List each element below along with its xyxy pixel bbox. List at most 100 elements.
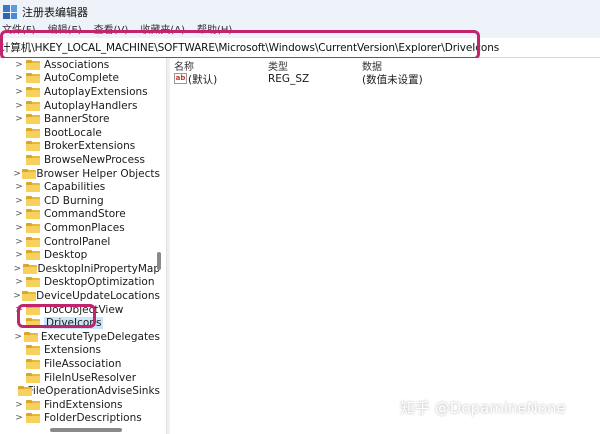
tree-item[interactable]: BootLocale bbox=[0, 126, 160, 140]
chevron-right-icon[interactable]: > bbox=[12, 291, 22, 301]
folder-icon bbox=[26, 372, 40, 383]
tree-item[interactable]: > FindExtensions bbox=[0, 398, 160, 412]
chevron-right-icon[interactable]: > bbox=[12, 413, 26, 423]
chevron-right-icon[interactable]: > bbox=[12, 169, 22, 179]
tree-item-label: Capabilities bbox=[44, 181, 106, 194]
tree-item-label: DeviceUpdateLocations bbox=[36, 289, 160, 302]
chevron-right-icon[interactable]: > bbox=[12, 114, 26, 124]
tree-item[interactable]: > AutoComplete bbox=[0, 72, 160, 86]
chevron-right-icon[interactable]: > bbox=[12, 101, 26, 111]
registry-editor-icon bbox=[3, 5, 17, 19]
address-bar[interactable]: 计算机\HKEY_LOCAL_MACHINE\SOFTWARE\Microsof… bbox=[0, 38, 600, 58]
registry-tree: > Associations > AutoComplete > AutoplayExten… bbox=[0, 58, 166, 434]
tree-item-label: BootLocale bbox=[44, 126, 102, 139]
folder-icon bbox=[26, 345, 40, 356]
chevron-right-icon[interactable]: > bbox=[12, 87, 26, 97]
values-pane: 名称 类型 数据 ab (默认) REG_SZ (数值未设置) bbox=[170, 58, 600, 434]
tree-item[interactable]: > CommandStore bbox=[0, 208, 160, 222]
tree-item-label: CommonPlaces bbox=[44, 221, 125, 234]
folder-icon bbox=[22, 290, 37, 301]
folder-icon bbox=[26, 182, 40, 193]
chevron-right-icon[interactable]: > bbox=[12, 182, 26, 192]
folder-icon bbox=[26, 114, 40, 125]
folder-icon bbox=[26, 73, 40, 84]
tree-item-label: FileAssociation bbox=[44, 357, 122, 370]
column-header-data[interactable]: 数据 bbox=[362, 58, 382, 73]
chevron-right-icon[interactable]: > bbox=[12, 332, 24, 342]
folder-icon bbox=[26, 59, 40, 70]
tree-item-label: FolderDescriptions bbox=[44, 412, 142, 425]
column-header-name[interactable]: 名称 bbox=[174, 58, 194, 73]
tree-item[interactable]: Extensions bbox=[0, 344, 160, 358]
tree-item[interactable]: FileOperationAdviseSinks bbox=[0, 384, 160, 398]
tree-item[interactable]: DriveIcons bbox=[0, 316, 160, 330]
folder-icon bbox=[26, 100, 40, 111]
address-path[interactable]: 计算机\HKEY_LOCAL_MACHINE\SOFTWARE\Microsof… bbox=[0, 40, 499, 55]
menu-file[interactable]: 文件(F) bbox=[2, 24, 36, 38]
value-type: REG_SZ bbox=[268, 73, 310, 85]
watermark: 知乎 @DopamineNone bbox=[400, 399, 566, 417]
title-bar: 注册表编辑器 bbox=[0, 0, 600, 24]
folder-icon bbox=[26, 86, 40, 97]
folder-icon bbox=[26, 154, 40, 165]
chevron-right-icon[interactable]: > bbox=[12, 237, 26, 247]
value-row[interactable]: ab (默认) REG_SZ (数值未设置) bbox=[170, 72, 590, 86]
chevron-right-icon[interactable]: > bbox=[12, 223, 26, 233]
tree-horizontal-scroll-thumb[interactable] bbox=[50, 428, 122, 432]
tree-item-label: Desktop bbox=[44, 249, 88, 262]
tree-item[interactable]: > Browser Helper Objects bbox=[0, 167, 160, 181]
tree-item[interactable]: BrokerExtensions bbox=[0, 140, 160, 154]
tree-item[interactable]: FileAssociation bbox=[0, 357, 160, 371]
tree-item[interactable]: > DeviceUpdateLocations bbox=[0, 289, 160, 303]
tree-item[interactable]: > DocObjectView bbox=[0, 303, 160, 317]
chevron-right-icon[interactable]: > bbox=[12, 277, 26, 287]
value-data: (数值未设置) bbox=[362, 73, 423, 86]
column-header-type[interactable]: 类型 bbox=[268, 58, 288, 73]
chevron-right-icon[interactable]: > bbox=[12, 209, 26, 219]
menu-edit[interactable]: 编辑(E) bbox=[48, 24, 82, 38]
tree-item[interactable]: > BannerStore bbox=[0, 112, 160, 126]
tree-item-label: ControlPanel bbox=[44, 235, 111, 248]
tree-item[interactable]: > ExecuteTypeDelegates bbox=[0, 330, 160, 344]
folder-icon bbox=[26, 209, 40, 220]
tree-item[interactable]: > DesktopIniPropertyMap bbox=[0, 262, 160, 276]
tree-item[interactable]: > DesktopOptimization bbox=[0, 276, 160, 290]
folder-icon bbox=[26, 250, 40, 261]
tree-item[interactable]: > AutoplayHandlers bbox=[0, 99, 160, 113]
folder-icon bbox=[26, 222, 40, 233]
folder-icon bbox=[26, 277, 40, 288]
folder-icon bbox=[26, 141, 40, 152]
menu-bar: 文件(F) 编辑(E) 查看(V) 收藏夹(A) 帮助(H) bbox=[0, 24, 600, 38]
tree-item[interactable]: > CommonPlaces bbox=[0, 221, 160, 235]
chevron-right-icon[interactable]: > bbox=[12, 60, 26, 70]
tree-item-label: FindExtensions bbox=[44, 398, 123, 411]
tree-item[interactable]: > Associations bbox=[0, 58, 160, 72]
chevron-right-icon[interactable]: > bbox=[12, 264, 23, 274]
tree-item[interactable]: > CD Burning bbox=[0, 194, 160, 208]
tree-item[interactable]: > Desktop bbox=[0, 248, 160, 262]
tree-item[interactable]: > AutoplayExtensions bbox=[0, 85, 160, 99]
menu-view[interactable]: 查看(V) bbox=[94, 24, 129, 38]
tree-item[interactable]: FileInUseResolver bbox=[0, 371, 160, 385]
tree-vertical-scrollbar[interactable] bbox=[156, 58, 162, 424]
chevron-right-icon[interactable]: > bbox=[12, 305, 26, 315]
tree-item-label: DesktopIniPropertyMap bbox=[37, 262, 160, 275]
tree-item[interactable]: > FolderDescriptions bbox=[0, 412, 160, 426]
tree-item[interactable]: BrowseNewProcess bbox=[0, 153, 160, 167]
folder-icon bbox=[22, 263, 37, 274]
tree-item-label: FileInUseResolver bbox=[44, 371, 137, 384]
chevron-right-icon[interactable]: > bbox=[12, 250, 26, 260]
tree-item-label: AutoplayHandlers bbox=[44, 99, 138, 112]
tree-vertical-scroll-thumb[interactable] bbox=[157, 252, 161, 270]
tree-item[interactable]: > ControlPanel bbox=[0, 235, 160, 249]
chevron-right-icon[interactable]: > bbox=[12, 400, 26, 410]
tree-item[interactable]: > Capabilities bbox=[0, 180, 160, 194]
menu-help[interactable]: 帮助(H) bbox=[197, 24, 232, 38]
window-title: 注册表编辑器 bbox=[22, 6, 88, 19]
tree-item-label: BrowseNewProcess bbox=[44, 153, 145, 166]
menu-favorites[interactable]: 收藏夹(A) bbox=[140, 24, 185, 38]
chevron-right-icon[interactable]: > bbox=[12, 196, 26, 206]
string-value-icon: ab bbox=[174, 73, 187, 84]
chevron-right-icon[interactable]: > bbox=[12, 73, 26, 83]
folder-icon bbox=[26, 318, 40, 329]
